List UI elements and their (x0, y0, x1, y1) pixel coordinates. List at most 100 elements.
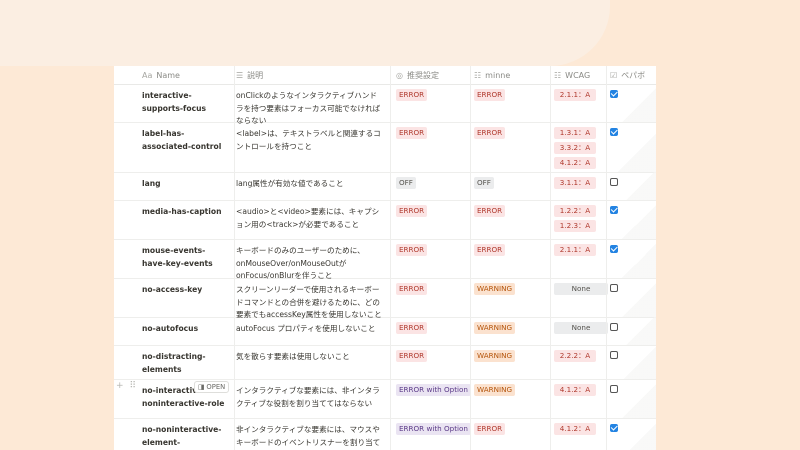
column-header-desc[interactable]: ☰ 説明 (236, 66, 263, 84)
column-divider (470, 66, 471, 450)
open-page-button[interactable]: ◨ OPEN (194, 381, 230, 393)
minne-cell: ERROR (474, 239, 554, 259)
rule-name: no-access-key (142, 285, 203, 294)
recommended-cell: ERROR (396, 345, 474, 365)
recommended-cell: ERROR with Option (396, 418, 474, 438)
column-header-minne[interactable]: ☷ minne (474, 66, 510, 84)
rule-description: スクリーンリーダーで使用されるキーボードコマンドとの合併を避けるために、どの要素… (236, 285, 382, 319)
wcag-cell: 3.1.1：A (554, 172, 608, 192)
row-handles: + ⠿ (116, 381, 136, 391)
table-row[interactable]: label-has-associated-control <label>は、テキス… (114, 122, 656, 173)
column-label: WCAG (565, 70, 591, 80)
status-tag: ERROR (474, 127, 506, 139)
pepabo-checkbox[interactable] (610, 178, 618, 186)
pepabo-checkbox[interactable] (610, 424, 618, 432)
rule-name: label-has-associated-control (142, 129, 222, 151)
wcag-cell: 4.1.2：A (554, 418, 608, 438)
wcag-tag: 1.2.3：A (554, 220, 596, 232)
column-header-checked[interactable]: ☑ ペパボ (610, 66, 645, 84)
checkbox-cell (610, 345, 650, 359)
checkbox-cell (610, 379, 650, 393)
column-label: Name (156, 70, 180, 80)
minne-cell: ERROR (474, 122, 554, 142)
checkbox-cell (610, 122, 650, 136)
drag-handle-icon[interactable]: ⠿ (130, 381, 137, 391)
wcag-tag: 1.3.1：A (554, 127, 596, 139)
add-row-icon[interactable]: + (116, 381, 124, 391)
minne-cell: WARNING (474, 278, 554, 298)
column-label: minne (485, 70, 511, 80)
pepabo-checkbox[interactable] (610, 206, 618, 214)
rule-description: autoFocus プロパティを使用しないこと (236, 324, 376, 333)
rule-name: no-distracting-elements (142, 352, 206, 374)
text-lines-icon: ☰ (236, 70, 244, 80)
status-tag: ERROR (474, 423, 506, 435)
status-tag: ERROR (396, 283, 428, 295)
rule-name: no-noninteractive-element-interactions (142, 425, 222, 447)
status-tag: ERROR (474, 244, 506, 256)
rule-description: <audio>と<video>要素には、キャプション用の<track>が必要であ… (236, 207, 380, 229)
list-icon: ☷ (474, 70, 482, 80)
wcag-tag: 2.1.1：A (554, 89, 596, 101)
status-tag: ERROR (474, 205, 506, 217)
wcag-cell: 2.1.1：A (554, 239, 608, 259)
pepabo-checkbox[interactable] (610, 323, 618, 331)
column-divider (550, 66, 551, 450)
page-cover-shape (0, 0, 610, 66)
status-tag: ERROR (396, 350, 428, 362)
list-icon: ☷ (554, 70, 562, 80)
column-header-recommended[interactable]: ◎ 推奨設定 (396, 66, 439, 84)
table-row[interactable]: interactive-supports-focus onClickのようなインタ… (114, 84, 656, 125)
rule-description: onClickのようなインタラクティブハンドラを持つ要素はフォーカス可能でなけれ… (236, 91, 381, 125)
rule-name: media-has-caption (142, 207, 222, 216)
pepabo-checkbox[interactable] (610, 245, 618, 253)
rule-name: lang (142, 179, 161, 188)
column-header-name[interactable]: Aa Name (142, 66, 180, 84)
pepabo-checkbox[interactable] (610, 351, 618, 359)
rule-name: no-autofocus (142, 324, 199, 333)
minne-cell: WARNING (474, 345, 554, 365)
recommended-cell: ERROR (396, 239, 474, 259)
table-row[interactable]: no-distracting-elements 気を散らす要素は使用しないこと ER… (114, 345, 656, 380)
wcag-cell: 2.2.2：A (554, 345, 608, 365)
table-row[interactable]: no-noninteractive-element-interactions 非イ… (114, 418, 656, 450)
column-divider (390, 66, 391, 450)
pepabo-checkbox[interactable] (610, 385, 618, 393)
checkbox-cell (610, 84, 650, 98)
status-icon: ◎ (396, 70, 403, 80)
open-label: OPEN (206, 383, 226, 391)
minne-cell: WARNING (474, 379, 554, 399)
checkbox-cell (610, 278, 650, 292)
table-row[interactable]: lang lang属性が有効な値であること OFF OFF 3.1.1：A (114, 172, 656, 201)
rule-name: interactive-supports-focus (142, 91, 207, 113)
wcag-tag: None (554, 283, 608, 295)
pepabo-checkbox[interactable] (610, 284, 618, 292)
status-tag: ERROR (396, 244, 428, 256)
checkbox-cell (610, 317, 650, 331)
status-tag: OFF (396, 177, 416, 189)
wcag-tag: 4.1.2：A (554, 423, 596, 435)
status-tag: ERROR (396, 322, 428, 334)
rule-description: lang属性が有効な値であること (236, 179, 344, 188)
wcag-cell: 1.2.2：A 1.2.3：A (554, 200, 608, 235)
checkbox-cell (610, 172, 650, 186)
wcag-tag: 2.2.2：A (554, 350, 596, 362)
wcag-tag: None (554, 322, 608, 334)
column-header-wcag[interactable]: ☷ WCAG (554, 66, 590, 84)
rule-name: mouse-events-have-key-events (142, 246, 213, 268)
rule-description: 非インタラクティブな要素には、マウスやキーボードのイベントリスナーを割り当てては… (236, 425, 381, 447)
wcag-cell: 4.1.2：A (554, 379, 608, 399)
minne-cell: ERROR (474, 200, 554, 220)
table-row[interactable]: media-has-caption <audio>と<video>要素には、キャプ… (114, 200, 656, 240)
column-divider (234, 66, 235, 450)
rule-description: インタラクティブな要素には、非インタラクティブな役割を割り当ててはならない (236, 386, 380, 408)
open-icon: ◨ (198, 383, 205, 391)
recommended-cell: ERROR with Option (396, 379, 474, 399)
minne-cell: WARNING (474, 317, 554, 337)
pepabo-checkbox[interactable] (610, 128, 618, 136)
table-row[interactable]: mouse-events-have-key-events キーボードのみのユーザー… (114, 239, 656, 280)
table-row[interactable]: no-access-key スクリーンリーダーで使用されるキーボードコマンドとの合… (114, 278, 656, 319)
pepabo-checkbox[interactable] (610, 90, 618, 98)
checkbox-icon: ☑ (610, 70, 618, 80)
table-row[interactable]: no-autofocus autoFocus プロパティを使用しないこと ERROR… (114, 317, 656, 346)
